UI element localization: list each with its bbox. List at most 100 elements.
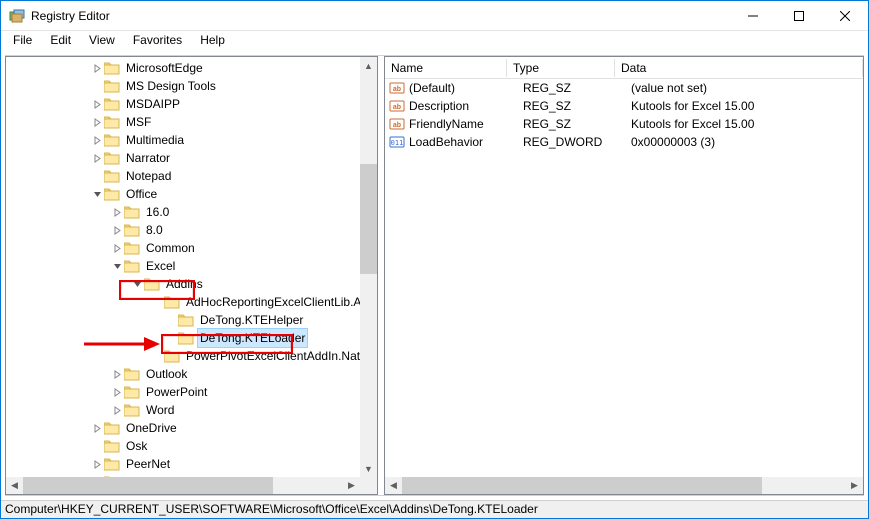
tree-scrollbar-horizontal[interactable]: ◀ ▶ [6, 477, 360, 494]
value-row[interactable]: 011LoadBehaviorREG_DWORD0x00000003 (3) [385, 133, 863, 151]
minimize-button[interactable] [730, 1, 776, 31]
scroll-thumb-h[interactable] [23, 477, 273, 494]
tree-node-n17[interactable]: Outlook [6, 365, 377, 383]
menu-file[interactable]: File [5, 32, 40, 48]
tree-node-n11[interactable]: Excel [6, 257, 377, 275]
value-row[interactable]: abFriendlyNameREG_SZKutools for Excel 15… [385, 115, 863, 133]
close-button[interactable] [822, 1, 868, 31]
tree-scrollbar-vertical[interactable]: ▲ ▼ [360, 57, 377, 477]
scroll-down-button[interactable]: ▼ [360, 460, 377, 477]
expand-icon[interactable] [110, 244, 124, 253]
tree-node-label[interactable]: DeTong.KTEHelper [198, 311, 305, 329]
collapse-icon[interactable] [110, 262, 124, 271]
tree-node-n22[interactable]: PeerNet [6, 455, 377, 473]
tree-node-n9[interactable]: 8.0 [6, 221, 377, 239]
tree-node-label[interactable]: Office [124, 185, 159, 203]
menu-edit[interactable]: Edit [42, 32, 79, 48]
tree-node-label[interactable]: MicrosoftEdge [124, 59, 205, 77]
folder-icon [104, 97, 120, 111]
expand-icon[interactable] [110, 406, 124, 415]
menu-help[interactable]: Help [192, 32, 233, 48]
tree-node-label[interactable]: OneDrive [124, 419, 179, 437]
collapse-icon[interactable] [90, 190, 104, 199]
registry-tree[interactable]: MicrosoftEdgeMS Design ToolsMSDAIPPMSFMu… [6, 57, 377, 493]
tree-node-label[interactable]: Multimedia [124, 131, 186, 149]
folder-icon [104, 79, 120, 93]
tree-node-label[interactable]: PowerPivotExcelClientAddIn.NativeEntry.1 [184, 347, 377, 365]
scroll-thumb-v[interactable] [360, 164, 377, 274]
tree-node-n8[interactable]: 16.0 [6, 203, 377, 221]
tree-node-label[interactable]: AdHocReportingExcelClientLib.AdHocReport… [184, 293, 377, 311]
tree-node-n20[interactable]: OneDrive [6, 419, 377, 437]
tree-node-n12[interactable]: Addins [6, 275, 377, 293]
tree-node-n10[interactable]: Common [6, 239, 377, 257]
scroll-right-button[interactable]: ▶ [343, 477, 360, 494]
tree-node-n3[interactable]: MSF [6, 113, 377, 131]
tree-node-n14[interactable]: DeTong.KTEHelper [6, 311, 377, 329]
tree-node-n15[interactable]: DeTong.KTELoader [6, 329, 377, 347]
tree-node-n18[interactable]: PowerPoint [6, 383, 377, 401]
tree-node-label[interactable]: Notepad [124, 167, 173, 185]
string-value-icon: ab [389, 80, 405, 96]
expand-icon[interactable] [110, 208, 124, 217]
header-type[interactable]: Type [507, 59, 615, 77]
tree-node-n13[interactable]: AdHocReportingExcelClientLib.AdHocReport… [6, 293, 377, 311]
expand-icon[interactable] [90, 136, 104, 145]
folder-icon [124, 241, 140, 255]
menu-bar: File Edit View Favorites Help [1, 31, 868, 51]
tree-node-n2[interactable]: MSDAIPP [6, 95, 377, 113]
tree-node-label[interactable]: Word [144, 401, 176, 419]
expand-icon[interactable] [90, 118, 104, 127]
values-scrollbar-horizontal[interactable]: ◀ ▶ [385, 477, 863, 494]
values-list[interactable]: ab(Default)REG_SZ(value not set)abDescri… [385, 79, 863, 151]
tree-node-n1[interactable]: MS Design Tools [6, 77, 377, 95]
header-name[interactable]: Name [385, 59, 507, 77]
value-row[interactable]: ab(Default)REG_SZ(value not set) [385, 79, 863, 97]
expand-icon[interactable] [110, 388, 124, 397]
tree-node-n7[interactable]: Office [6, 185, 377, 203]
tree-node-n4[interactable]: Multimedia [6, 131, 377, 149]
scroll-left-button[interactable]: ◀ [385, 477, 402, 494]
expand-icon[interactable] [90, 154, 104, 163]
expand-icon[interactable] [110, 370, 124, 379]
tree-node-label[interactable]: MS Design Tools [124, 77, 218, 95]
menu-favorites[interactable]: Favorites [125, 32, 190, 48]
tree-node-label[interactable]: Addins [164, 275, 205, 293]
folder-icon [144, 277, 160, 291]
tree-node-label[interactable]: Common [144, 239, 197, 257]
tree-node-label[interactable]: DeTong.KTELoader [198, 329, 307, 347]
tree-node-n21[interactable]: Osk [6, 437, 377, 455]
scroll-up-button[interactable]: ▲ [360, 57, 377, 74]
collapse-icon[interactable] [130, 280, 144, 289]
expand-icon[interactable] [90, 460, 104, 469]
expand-icon[interactable] [90, 64, 104, 73]
tree-node-n16[interactable]: PowerPivotExcelClientAddIn.NativeEntry.1 [6, 347, 377, 365]
tree-node-label[interactable]: Excel [144, 257, 177, 275]
tree-node-n0[interactable]: MicrosoftEdge [6, 59, 377, 77]
scroll-left-button[interactable]: ◀ [6, 477, 23, 494]
tree-node-label[interactable]: PowerPoint [144, 383, 209, 401]
value-data: Kutools for Excel 15.00 [631, 99, 863, 113]
string-value-icon: ab [389, 98, 405, 114]
scroll-right-button[interactable]: ▶ [846, 477, 863, 494]
expand-icon[interactable] [90, 100, 104, 109]
tree-node-label[interactable]: PeerNet [124, 455, 172, 473]
tree-node-label[interactable]: 8.0 [144, 221, 165, 239]
tree-node-label[interactable]: Narrator [124, 149, 172, 167]
tree-node-label[interactable]: Outlook [144, 365, 189, 383]
tree-node-label[interactable]: Osk [124, 437, 149, 455]
tree-node-label[interactable]: MSF [124, 113, 153, 131]
expand-icon[interactable] [90, 424, 104, 433]
tree-node-n5[interactable]: Narrator [6, 149, 377, 167]
tree-node-n6[interactable]: Notepad [6, 167, 377, 185]
tree-node-label[interactable]: 16.0 [144, 203, 171, 221]
expand-icon[interactable] [110, 226, 124, 235]
header-data[interactable]: Data [615, 59, 863, 77]
scroll-thumb-h[interactable] [402, 477, 762, 494]
menu-view[interactable]: View [81, 32, 123, 48]
value-row[interactable]: abDescriptionREG_SZKutools for Excel 15.… [385, 97, 863, 115]
tree-node-label[interactable]: MSDAIPP [124, 95, 182, 113]
tree-node-n19[interactable]: Word [6, 401, 377, 419]
title-bar[interactable]: Registry Editor [1, 1, 868, 31]
maximize-button[interactable] [776, 1, 822, 31]
